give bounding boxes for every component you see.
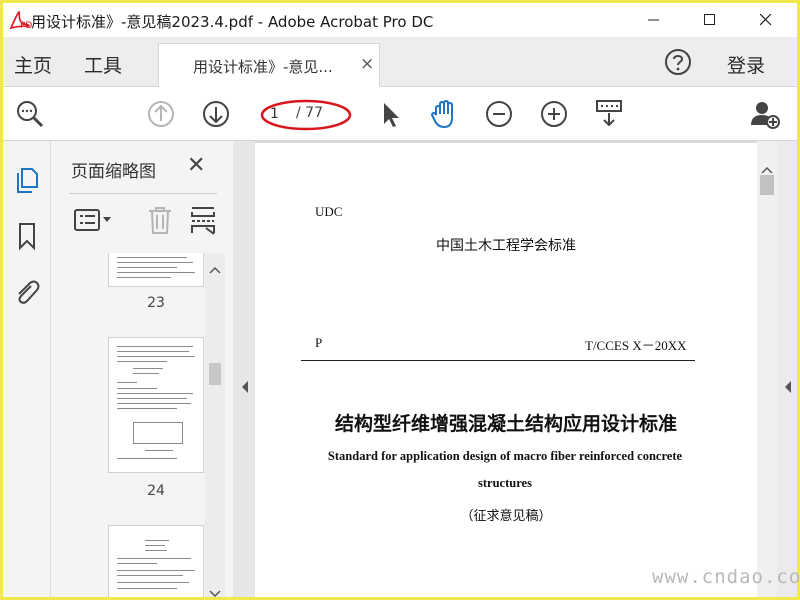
page-thumbnails-icon[interactable] [12, 165, 42, 195]
maximize-icon [704, 11, 716, 30]
title-bar: PDF 用设计标准》-意见稿2023.4.pdf - Adobe Acrobat… [3, 3, 797, 37]
zoom-out-icon[interactable] [482, 97, 516, 131]
tools-menu[interactable]: 工具 [84, 51, 122, 78]
zoom-search-icon[interactable] [13, 97, 47, 131]
draft-note: （征求意见稿） [460, 509, 552, 524]
page-down-icon[interactable] [199, 97, 233, 131]
panel-close-button[interactable]: ✕ [187, 153, 205, 178]
watermark-text: www.cndao.com [652, 566, 800, 588]
thumbnail-page-number: 23 [147, 295, 165, 311]
share-user-icon[interactable] [748, 97, 782, 131]
bookmark-icon[interactable] [12, 221, 42, 251]
close-window-button[interactable] [743, 3, 789, 37]
insert-page-icon[interactable] [189, 203, 217, 237]
home-menu[interactable]: 主页 [14, 51, 52, 78]
standard-code: T/CCES X－20XX [585, 338, 687, 353]
thumbnail-page-number: 24 [147, 483, 165, 499]
thumbnail-page[interactable] [108, 337, 204, 473]
p-label: P [315, 335, 323, 350]
document-tab-close-button[interactable]: × [360, 54, 374, 74]
page-number-input[interactable] [270, 104, 292, 124]
udc-label: UDC [315, 204, 343, 219]
menu-tab-bar: 主页 工具 用设计标准》-意见... × 登录 [3, 37, 797, 88]
panel-divider [69, 193, 217, 194]
document-viewport[interactable]: UDC 中国土木工程学会标准 P T/CCES X－20XX 结构型纤维增强混凝… [255, 141, 777, 597]
collapse-left-icon[interactable] [240, 379, 250, 393]
thumbnail-scrollbar[interactable] [205, 253, 225, 597]
page-up-icon[interactable] [144, 97, 178, 131]
society-standard-label: 中国土木工程学会标准 [436, 238, 576, 254]
document-scroll-thumb[interactable] [760, 175, 774, 195]
acrobat-window: PDF 用设计标准》-意见稿2023.4.pdf - Adobe Acrobat… [3, 3, 797, 597]
header-rule [301, 360, 695, 361]
main-toolbar: / 77 [3, 87, 797, 141]
scroll-up-icon[interactable] [209, 259, 221, 278]
document-tab-label: 用设计标准》-意见... [193, 58, 333, 76]
right-pane-toggle[interactable] [777, 141, 797, 597]
page-number-box: / 77 [258, 101, 348, 127]
maximize-button[interactable] [687, 3, 733, 37]
help-icon[interactable] [663, 47, 693, 77]
thumbnail-panel: 页面缩略图 ✕ 23 24 [51, 141, 233, 597]
login-button[interactable]: 登录 [727, 51, 765, 78]
thumbnail-page[interactable] [108, 253, 204, 287]
scroll-down-icon[interactable] [209, 583, 221, 597]
pdf-page: UDC 中国土木工程学会标准 P T/CCES X－20XX 结构型纤维增强混凝… [255, 143, 757, 597]
window-title: 用设计标准》-意见稿2023.4.pdf - Adobe Acrobat Pro… [31, 13, 434, 31]
panel-title: 页面缩略图 [71, 162, 156, 182]
thumbnail-page[interactable] [108, 525, 204, 597]
fit-page-icon[interactable] [592, 97, 626, 131]
acrobat-app-icon: PDF [8, 9, 38, 31]
delete-icon[interactable] [145, 203, 175, 237]
page-total-label: / 77 [296, 105, 323, 121]
thumbnail-options-icon[interactable] [71, 203, 115, 237]
attachment-icon[interactable] [12, 277, 42, 307]
minimize-button[interactable] [631, 3, 677, 37]
minimize-icon [648, 11, 660, 30]
document-title-cn: 结构型纤维增强混凝土结构应用设计标准 [334, 413, 677, 435]
document-title-en: Standard for application design of macro… [327, 449, 683, 490]
close-icon [759, 11, 772, 30]
thumbnail-scroll-thumb[interactable] [209, 363, 221, 385]
hand-tool-icon[interactable] [427, 97, 461, 131]
expand-right-pane-icon[interactable] [783, 379, 793, 393]
document-scrollbar[interactable] [757, 141, 777, 597]
document-tab[interactable]: 用设计标准》-意见... × [158, 43, 380, 88]
zoom-in-icon[interactable] [537, 97, 571, 131]
navigation-rail [3, 141, 51, 597]
select-cursor-icon[interactable] [373, 97, 407, 131]
panel-splitter[interactable] [233, 141, 255, 597]
